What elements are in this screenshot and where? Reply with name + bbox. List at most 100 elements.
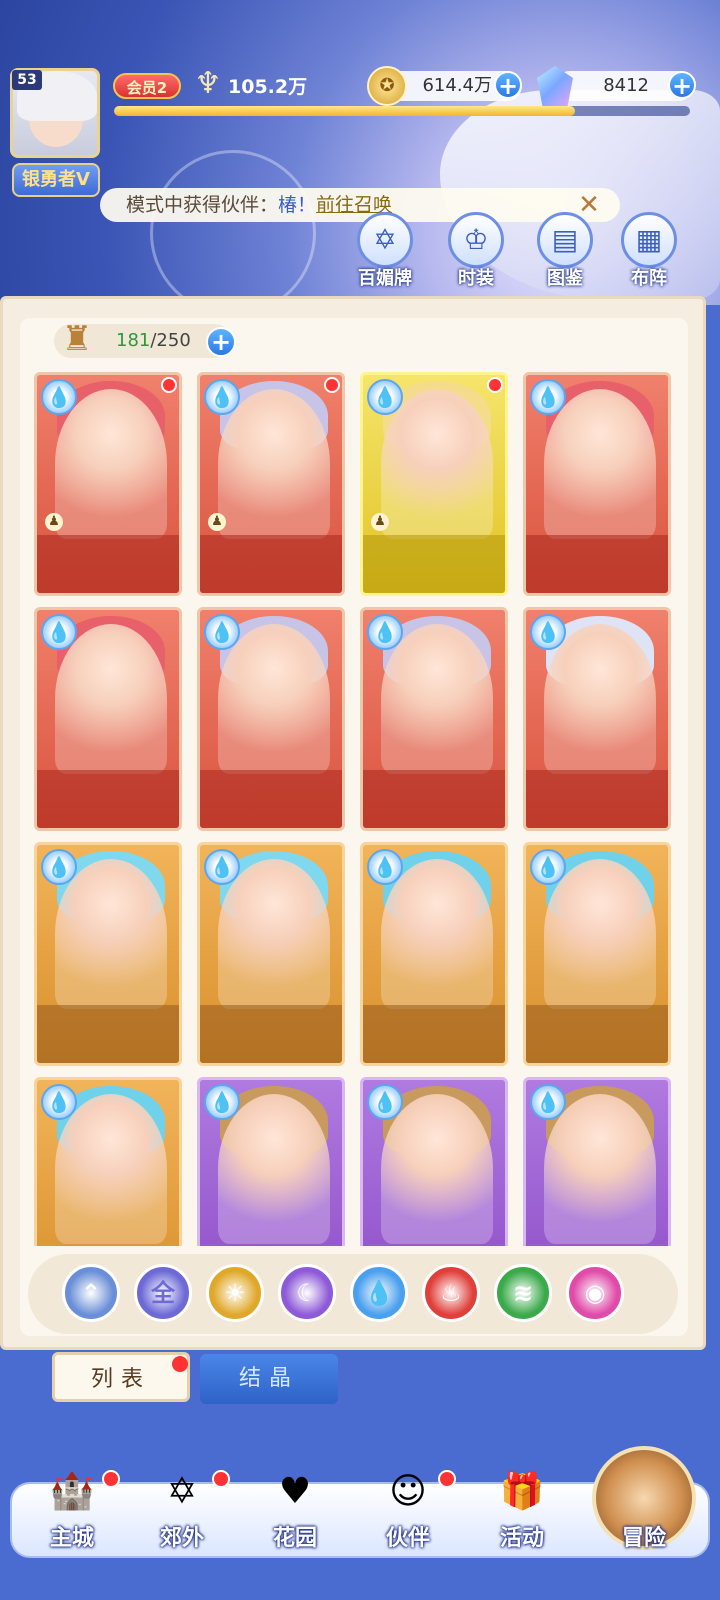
card-name-band [200, 535, 342, 593]
character-portrait [55, 624, 167, 774]
partner-card[interactable]: 💧 [360, 1077, 508, 1246]
player-title-badge[interactable]: 银勇者V [12, 163, 100, 197]
filter-wings-icon[interactable]: ⌃ [62, 1264, 120, 1322]
character-portrait [55, 389, 167, 539]
card-name-band [37, 1005, 179, 1063]
character-portrait [218, 624, 330, 774]
bag-icon: ♜ [61, 319, 93, 359]
partner-card[interactable]: 💧 [523, 1077, 671, 1246]
character-portrait [381, 389, 493, 539]
character-portrait [55, 1094, 167, 1244]
exp-bar-fill [114, 106, 575, 116]
partner-card[interactable]: 💧 [197, 1077, 345, 1246]
add-gold-button[interactable]: + [494, 71, 522, 100]
quick-button-gallery[interactable]: ▤ 图鉴 [530, 212, 600, 292]
quick-button-label: 时装 [458, 268, 494, 289]
water-element-icon: 💧 [204, 1084, 240, 1120]
element-filter-bar: ⌃ 全 ☀ ☾ 💧 ♨ ≋ ◉ [28, 1254, 678, 1334]
nav-notification-dot [212, 1470, 230, 1488]
card-notification-dot [161, 377, 177, 393]
water-element-icon: 💧 [367, 849, 403, 885]
water-element-icon: 💧 [367, 614, 403, 650]
character-portrait [544, 859, 656, 1009]
filter-sun-icon[interactable]: ☀ [206, 1264, 264, 1322]
partner-card[interactable]: 💧 [34, 607, 182, 831]
partner-card[interactable]: 💧 [360, 607, 508, 831]
vip-badge[interactable]: 会员2 [113, 73, 181, 99]
card-name-band [200, 770, 342, 828]
partner-count-max: /250 [150, 330, 191, 351]
card-name-band [526, 1005, 668, 1063]
partner-card[interactable]: 💧 [197, 842, 345, 1066]
gold-value: 614.4万 [422, 75, 492, 96]
power-icon: ♆ [194, 66, 222, 101]
character-portrait [381, 624, 493, 774]
partner-card[interactable]: 💧 ♟ [360, 372, 508, 596]
water-element-icon: 💧 [530, 614, 566, 650]
card-name-band [200, 1005, 342, 1063]
gift-icon: 🎁 [499, 1471, 545, 1512]
filter-heart-orb-icon[interactable]: ◉ [566, 1264, 624, 1322]
nav-item-gift[interactable]: 🎁 活动 [472, 1460, 572, 1560]
portal-icon: ✡ [166, 1471, 198, 1512]
pawn-icon: ♟ [208, 513, 226, 531]
character-portrait [218, 859, 330, 1009]
partner-card[interactable]: 💧 [523, 372, 671, 596]
partner-card[interactable]: 💧 [523, 842, 671, 1066]
partner-card[interactable]: 💧 [197, 607, 345, 831]
water-element-icon: 💧 [530, 849, 566, 885]
filter-fire-icon[interactable]: ♨ [422, 1264, 480, 1322]
nav-label: 伙伴 [385, 1526, 430, 1551]
partner-count-current: 181 [116, 330, 151, 351]
partner-card[interactable]: 💧 [34, 842, 182, 1066]
filter-label: 全 [151, 1279, 175, 1307]
hexagram-icon: ✡ [357, 212, 413, 268]
castle-icon: 🏰 [49, 1471, 95, 1512]
water-element-icon: 💧 [41, 849, 77, 885]
card-name-band [363, 770, 505, 828]
wind-icon: ≋ [512, 1279, 534, 1307]
nav-item-compass[interactable]: 冒险 [594, 1460, 694, 1560]
costume-icon: ♔ [448, 212, 504, 268]
nav-label: 郊外 [159, 1526, 204, 1551]
quick-button-label: 百媚牌 [358, 268, 412, 289]
card-notification-dot [324, 377, 340, 393]
filter-water-icon[interactable]: 💧 [350, 1264, 408, 1322]
tab-crystal[interactable]: 结晶 [200, 1354, 338, 1404]
pawn-icon: ♟ [45, 513, 63, 531]
wings-icon: ⌃ [80, 1279, 102, 1307]
nav-label: 活动 [499, 1526, 544, 1551]
quick-button-cards[interactable]: ✡ 百媚牌 [350, 212, 420, 292]
partner-card[interactable]: 💧 ♟ [34, 372, 182, 596]
quick-button-label: 图鉴 [547, 268, 583, 289]
tab-list[interactable]: 列表 [52, 1352, 190, 1402]
filter-moon-icon[interactable]: ☾ [278, 1264, 336, 1322]
nav-item-heart[interactable]: ♥ 花园 [245, 1460, 345, 1560]
card-name-band [37, 770, 179, 828]
water-element-icon: 💧 [41, 614, 77, 650]
quick-button-formation[interactable]: ▦ 布阵 [614, 212, 684, 292]
expand-capacity-button[interactable]: + [206, 327, 236, 357]
quick-button-costume[interactable]: ♔ 时装 [441, 212, 511, 292]
card-notification-dot [487, 377, 503, 393]
partner-card[interactable]: 💧 [34, 1077, 182, 1246]
filter-all-icon[interactable]: 全 [134, 1264, 192, 1322]
heart-orb-icon: ◉ [584, 1279, 606, 1307]
water-element-icon: 💧 [204, 849, 240, 885]
partner-card[interactable]: 💧 [523, 607, 671, 831]
water-element-icon: 💧 [41, 379, 77, 415]
card-name-band [363, 535, 505, 593]
partner-card[interactable]: 💧 [360, 842, 508, 1066]
filter-wind-icon[interactable]: ≋ [494, 1264, 552, 1322]
character-portrait [544, 1094, 656, 1244]
partner-icon: ☺ [389, 1471, 427, 1512]
gold-coin-icon: ✪ [367, 66, 407, 106]
nav-label: 花园 [272, 1526, 317, 1551]
partner-card[interactable]: 💧 ♟ [197, 372, 345, 596]
nav-label: 冒险 [621, 1526, 666, 1551]
book-icon: ▤ [537, 212, 593, 268]
add-gems-button[interactable]: + [668, 71, 696, 100]
notice-prefix: 模式中获得伙伴： [126, 194, 279, 216]
quick-button-label: 布阵 [631, 268, 667, 289]
card-name-band [37, 535, 179, 593]
